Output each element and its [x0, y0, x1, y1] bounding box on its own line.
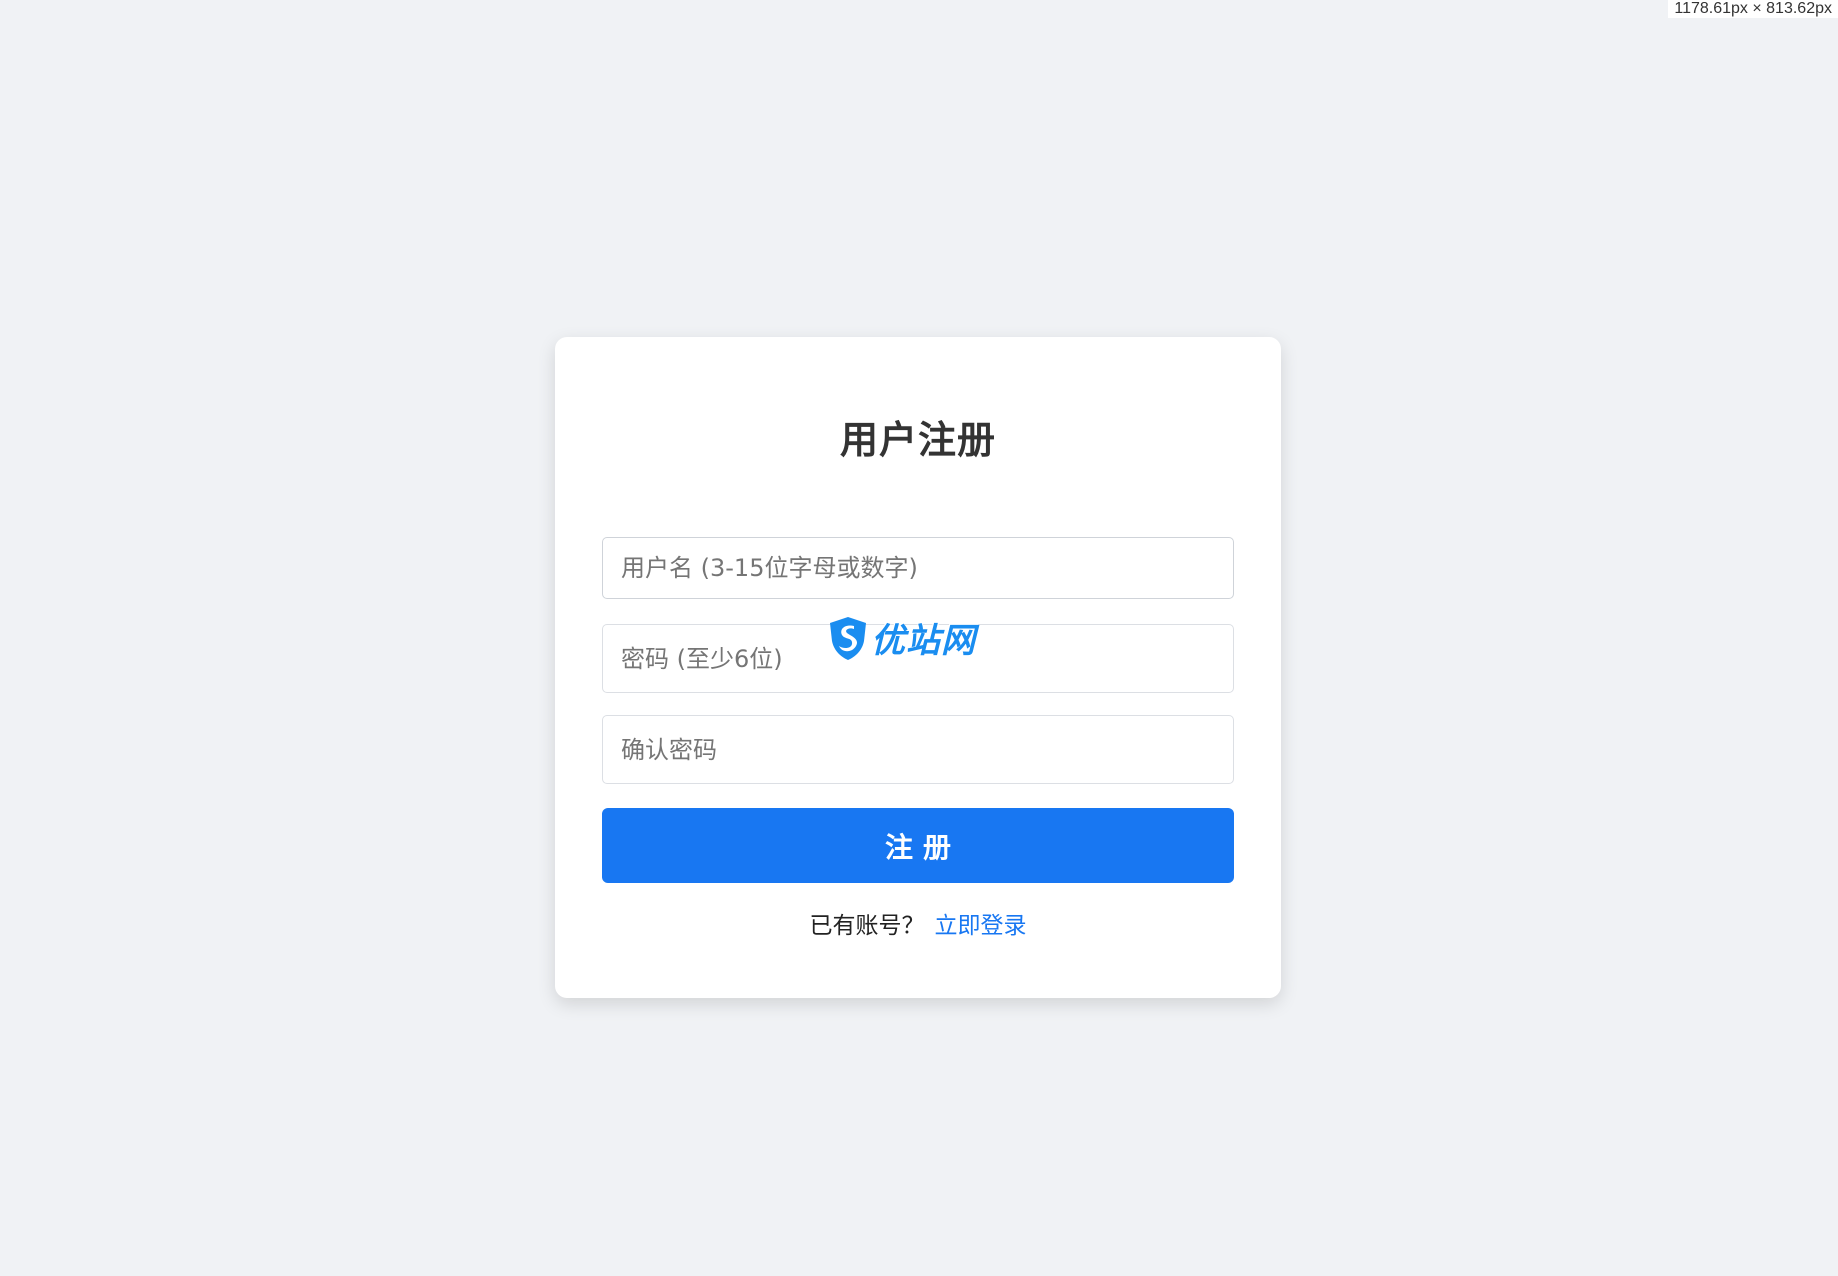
- login-prompt: 已有账号？ 立即登录: [555, 906, 1281, 940]
- viewport-size-readout: 1178.61px × 813.62px: [1668, 0, 1838, 18]
- username-input[interactable]: [602, 537, 1234, 599]
- have-account-text: 已有账号？: [809, 913, 925, 939]
- login-link[interactable]: 立即登录: [935, 913, 1027, 939]
- register-card: 用户注册 注册 已有账号？ 立即登录: [555, 337, 1281, 998]
- register-button[interactable]: 注册: [602, 808, 1234, 883]
- password-input[interactable]: [602, 624, 1234, 693]
- page-title: 用户注册: [839, 418, 996, 462]
- confirm-password-input[interactable]: [602, 715, 1234, 784]
